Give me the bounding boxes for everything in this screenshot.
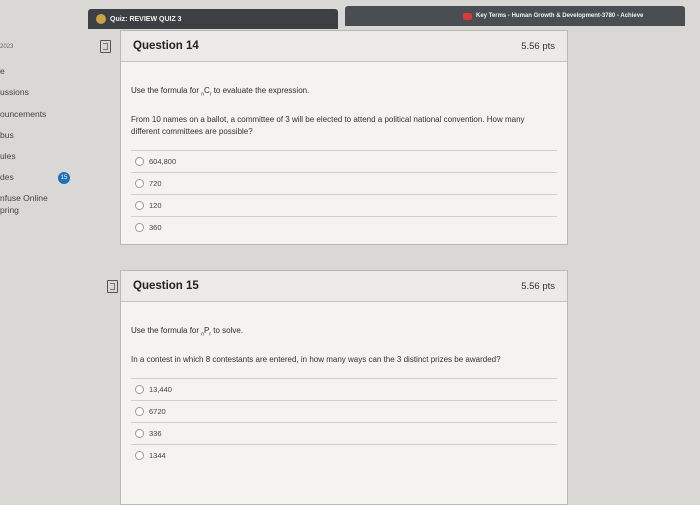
- answer-option[interactable]: 1344: [131, 443, 557, 466]
- sidebar-item-announcements[interactable]: ouncements: [0, 109, 46, 119]
- radio-button[interactable]: [135, 156, 144, 166]
- question-instruction: Use the formula for nCr to evaluate the …: [131, 86, 310, 98]
- question-header: Question 14 5.56 pts: [121, 31, 567, 62]
- radio-button[interactable]: [135, 222, 144, 232]
- question-title: Question 14: [133, 40, 199, 52]
- radio-button[interactable]: [135, 428, 144, 438]
- answer-option[interactable]: 6720: [131, 399, 557, 422]
- question-card-15: Question 15 5.56 pts Use the formula for…: [120, 270, 568, 505]
- question-prompt: In a contest in which 8 contestants are …: [131, 354, 501, 364]
- question-card-14: Question 14 5.56 pts Use the formula for…: [120, 30, 568, 245]
- question-points: 5.56 pts: [521, 40, 555, 52]
- browser-tab-key-terms[interactable]: Key Terms - Human Growth & Development-3…: [345, 6, 685, 26]
- browser-tab-quiz[interactable]: Quiz: REVIEW QUIZ 3: [88, 9, 338, 29]
- question-points: 5.56 pts: [521, 280, 555, 292]
- flag-question-15-icon[interactable]: [107, 280, 118, 293]
- course-sidebar: 2023 e ussions ouncements bus ules des 1…: [0, 30, 90, 503]
- radio-button[interactable]: [135, 200, 144, 210]
- sidebar-item[interactable]: e: [0, 66, 5, 76]
- question-title: Question 15: [133, 280, 199, 292]
- radio-button[interactable]: [135, 406, 144, 416]
- sidebar-item-infuse-online[interactable]: nfuse Online: [0, 193, 48, 203]
- answer-option[interactable]: 13,440: [131, 377, 557, 400]
- sidebar-date: 2023: [0, 44, 14, 50]
- answer-option[interactable]: 120: [131, 193, 557, 216]
- sidebar-item-modules[interactable]: ules: [0, 151, 16, 161]
- achieve-tab-icon: [463, 12, 472, 20]
- question-body: Use the formula for nPr to solve. In a c…: [121, 302, 567, 476]
- question-header: Question 15 5.56 pts: [121, 271, 567, 302]
- answer-option[interactable]: 604,800: [131, 149, 557, 172]
- answer-option[interactable]: 720: [131, 171, 557, 194]
- radio-button[interactable]: [135, 384, 144, 394]
- tab-title: Quiz: REVIEW QUIZ 3: [110, 15, 182, 23]
- sidebar-item-infuse-online-cont[interactable]: pring: [0, 205, 19, 215]
- sidebar-item-grades[interactable]: des: [0, 172, 14, 182]
- tab-title: Key Terms - Human Growth & Development-3…: [476, 13, 644, 19]
- question-instruction: Use the formula for nPr to solve.: [131, 326, 244, 338]
- flag-question-14-icon[interactable]: [100, 40, 111, 53]
- sidebar-item-syllabus[interactable]: bus: [0, 130, 14, 140]
- radio-button[interactable]: [135, 178, 144, 188]
- answer-option[interactable]: 360: [131, 215, 557, 238]
- answer-option[interactable]: 336: [131, 421, 557, 444]
- canvas-tab-icon: [96, 14, 106, 24]
- grades-count-badge: 15: [58, 172, 70, 184]
- question-prompt: From 10 names on a ballot, a committee o…: [131, 114, 525, 136]
- sidebar-item-discussions[interactable]: ussions: [0, 87, 29, 97]
- question-body: Use the formula for nCr to evaluate the …: [121, 62, 567, 248]
- radio-button[interactable]: [135, 450, 144, 460]
